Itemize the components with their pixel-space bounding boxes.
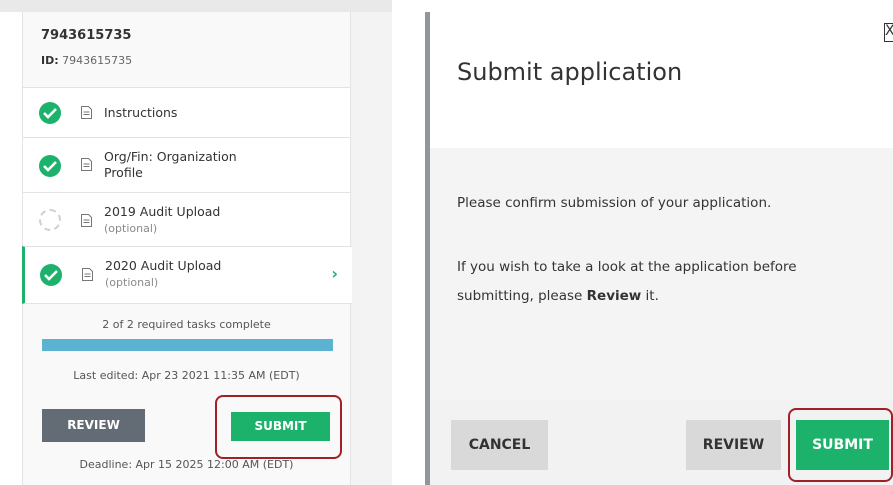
deadline: Deadline: Apr 15 2025 12:00 AM (EDT) (79, 458, 294, 471)
progress-text: 2 of 2 required tasks complete (102, 318, 271, 331)
task-label: Instructions (104, 105, 178, 120)
task-item-2020-audit[interactable]: 2020 Audit Upload (optional) › (22, 246, 352, 304)
last-edited: Last edited: Apr 23 2021 11:35 AM (EDT) (73, 369, 300, 382)
task-label: 2019 Audit Upload (104, 204, 221, 219)
side-gutter (350, 12, 392, 485)
check-circle-icon (39, 155, 61, 177)
review-button[interactable]: REVIEW (42, 409, 145, 442)
progress-bar (42, 339, 333, 351)
cancel-button[interactable]: CANCEL (451, 420, 548, 470)
document-icon (81, 106, 92, 119)
application-id: ID: 7943615735 (41, 54, 133, 67)
task-item-instructions[interactable]: Instructions (23, 87, 350, 138)
document-icon (81, 214, 92, 227)
review-emphasis: Review (586, 288, 642, 304)
application-title: 7943615735 (41, 28, 132, 43)
confirm-text: Please confirm submission of your applic… (457, 195, 772, 211)
close-icon[interactable]: X (884, 23, 893, 42)
task-optional-note: (optional) (104, 222, 158, 235)
task-label: Org/Fin: Organization Profile (104, 149, 237, 180)
document-icon (82, 268, 93, 281)
review-hint-text: If you wish to take a look at the applic… (457, 259, 797, 304)
task-item-2019-audit[interactable]: 2019 Audit Upload (optional) (23, 192, 350, 247)
chevron-right-icon: › (331, 264, 338, 283)
progress-fill (42, 339, 333, 351)
incomplete-circle-icon (39, 209, 61, 231)
document-icon (81, 158, 92, 171)
highlight-box (788, 408, 893, 482)
check-circle-icon (39, 102, 61, 124)
task-label: 2020 Audit Upload (105, 258, 222, 273)
dialog-review-button[interactable]: REVIEW (686, 420, 781, 470)
highlight-box (215, 395, 342, 459)
top-bar (0, 0, 392, 12)
task-item-org-fin[interactable]: Org/Fin: Organization Profile (23, 137, 350, 193)
dialog-title: Submit application (457, 58, 683, 86)
check-circle-icon (40, 264, 62, 286)
task-optional-note: (optional) (105, 276, 159, 289)
task-panel-screenshot: 7943615735 ID: 7943615735 Instructions O… (0, 0, 392, 485)
